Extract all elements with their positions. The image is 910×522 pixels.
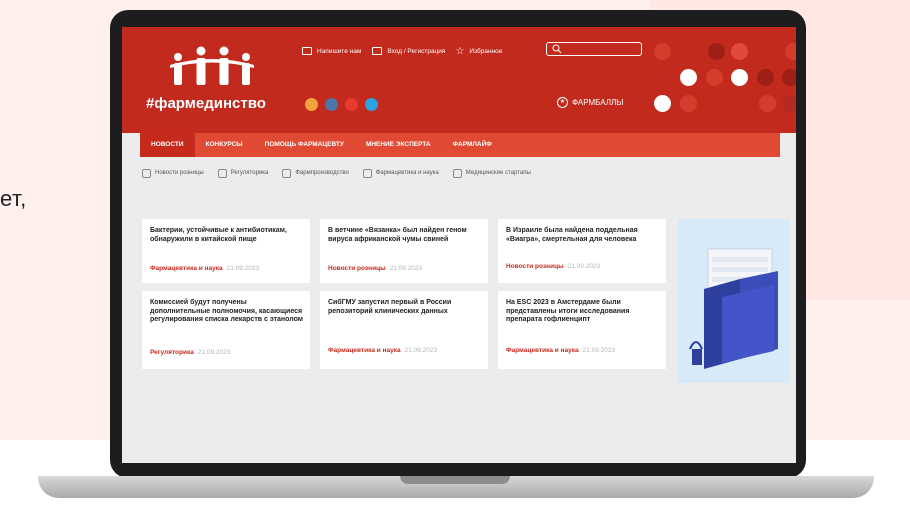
- promo-banner[interactable]: [678, 219, 790, 383]
- people-logo-icon: [170, 46, 254, 85]
- news-meta: Фармацевтика и наука 21.09.2023: [506, 347, 615, 354]
- nav-contests[interactable]: КОНКУРСЫ: [195, 133, 254, 157]
- news-date: 21.09.2023: [404, 347, 438, 354]
- nav-pharmlife[interactable]: ФАРМЛАЙФ: [442, 133, 503, 157]
- telegram-icon[interactable]: [365, 98, 378, 111]
- news-card[interactable]: В ветчине «Вязанка» был найден геном вир…: [320, 219, 488, 283]
- news-title[interactable]: На ESC 2023 в Амстердаме были представле…: [506, 299, 660, 325]
- news-card[interactable]: В Израиле была найдена поддельная «Виагр…: [498, 219, 666, 283]
- laptop-notch: [400, 476, 510, 484]
- top-links: Напишите нам Вход / Регистрация ☆ Избран…: [302, 43, 502, 59]
- decor-dot: [782, 69, 796, 86]
- news-category[interactable]: Регуляторика: [150, 349, 194, 356]
- subnav-label: Новости розницы: [155, 170, 204, 176]
- side-text: ет,: [0, 186, 27, 211]
- subnav-regulation[interactable]: Регуляторика: [217, 168, 269, 178]
- ok-icon[interactable]: [305, 98, 318, 111]
- news-date: 21.09.2023: [582, 347, 616, 354]
- news-title[interactable]: Комиссией будут получены дополнительные …: [150, 299, 304, 325]
- subnav-retail-news[interactable]: Новости розницы: [142, 168, 204, 178]
- write-us-link[interactable]: Напишите нам: [317, 48, 361, 55]
- farmbally-link[interactable]: ★ ФАРМБАЛЛЫ: [557, 97, 623, 108]
- news-title[interactable]: В ветчине «Вязанка» был найден геном вир…: [328, 227, 482, 244]
- subnav-label: Медицинские стартапы: [465, 170, 531, 176]
- subnav-label: Фармацевтика и наука: [375, 170, 439, 176]
- news-card[interactable]: Комиссией будут получены дополнительные …: [142, 291, 310, 369]
- site-header: #фармединство Напишите нам Вход / Регист…: [122, 27, 796, 133]
- plus-icon: [731, 69, 748, 86]
- academic-icon: [362, 168, 372, 178]
- id-card-icon: [372, 47, 383, 55]
- decor-dot: [654, 95, 671, 112]
- site-logo-text[interactable]: #фармединство: [146, 95, 266, 112]
- laptop-screen: #фармединство Напишите нам Вход / Регист…: [122, 27, 796, 463]
- news-title[interactable]: СибГМУ запустил первый в России репозито…: [328, 299, 482, 316]
- decor-dot: [680, 69, 697, 86]
- news-meta: Новости розницы 21.09.2023: [328, 265, 422, 272]
- search-icon: [552, 44, 562, 54]
- news-date: 21.09.2023: [197, 349, 231, 356]
- news-card[interactable]: Бактерии, устойчивые к антибиотикам, обн…: [142, 219, 310, 283]
- nav-pharmacist-help[interactable]: ПОМОЩЬ ФАРМАЦЕВТУ: [254, 133, 355, 157]
- decor-dot: [706, 69, 723, 86]
- folder-illustration-icon: [689, 248, 778, 369]
- subnav-label: Регуляторика: [230, 170, 269, 176]
- sub-nav: Новости розницы Регуляторика Фармпроизво…: [142, 166, 531, 180]
- news-category[interactable]: Новости розницы: [506, 263, 564, 270]
- favorites-link[interactable]: Избранное: [469, 48, 502, 55]
- coin-icon: ★: [557, 97, 568, 108]
- news-category[interactable]: Фармацевтика и наука: [150, 265, 223, 272]
- shop-icon: [142, 168, 151, 178]
- news-category[interactable]: Фармацевтика и наука: [506, 347, 579, 354]
- news-meta: Регуляторика 21.09.2023: [150, 349, 230, 356]
- search-input[interactable]: [546, 42, 642, 56]
- news-category[interactable]: Фармацевтика и наука: [328, 347, 401, 354]
- news-title[interactable]: Бактерии, устойчивые к антибиотикам, обн…: [150, 227, 304, 244]
- decor-dot: [731, 43, 748, 60]
- news-category[interactable]: Новости розницы: [328, 265, 386, 272]
- decor-dot: [759, 95, 776, 112]
- decor-dot: [785, 43, 796, 60]
- decor-dot: [708, 43, 725, 60]
- subnav-production[interactable]: Фармпроизводство: [282, 168, 349, 178]
- nav-expert-opinion[interactable]: МНЕНИЕ ЭКСПЕРТА: [355, 133, 442, 157]
- subnav-startups[interactable]: Медицинские стартапы: [452, 168, 531, 178]
- news-title[interactable]: В Израиле была найдена поддельная «Виагр…: [506, 227, 660, 244]
- news-meta: Новости розницы 21.09.2023: [506, 263, 600, 270]
- vk-icon[interactable]: [325, 98, 338, 111]
- subnav-science[interactable]: Фармацевтика и наука: [362, 168, 439, 178]
- login-register-link[interactable]: Вход / Регистрация: [387, 48, 445, 55]
- decor-dot: [654, 43, 671, 60]
- news-date: 21.09.2023: [389, 265, 423, 272]
- news-meta: Фармацевтика и наука 21.09.2023: [150, 265, 259, 272]
- document-icon: [217, 168, 227, 178]
- star-icon: ☆: [455, 45, 465, 57]
- news-card[interactable]: На ESC 2023 в Амстердаме были представле…: [498, 291, 666, 369]
- news-meta: Фармацевтика и наука 21.09.2023: [328, 347, 437, 354]
- news-date: 21.09.2023: [567, 263, 601, 270]
- envelope-icon: [302, 47, 312, 55]
- news-date: 21.09.2023: [226, 265, 260, 272]
- factory-icon: [282, 168, 292, 178]
- rocket-icon: [452, 168, 462, 178]
- main-nav: НОВОСТИ КОНКУРСЫ ПОМОЩЬ ФАРМАЦЕВТУ МНЕНИ…: [140, 133, 780, 157]
- decor-dot: [757, 69, 774, 86]
- decor-dot: [680, 95, 697, 112]
- farmbally-label: ФАРМБАЛЛЫ: [572, 98, 624, 107]
- youtube-icon[interactable]: [345, 98, 358, 111]
- news-card[interactable]: СибГМУ запустил первый в России репозито…: [320, 291, 488, 369]
- subnav-label: Фармпроизводство: [295, 170, 349, 176]
- decor-dot: [782, 95, 796, 112]
- nav-news[interactable]: НОВОСТИ: [140, 133, 195, 157]
